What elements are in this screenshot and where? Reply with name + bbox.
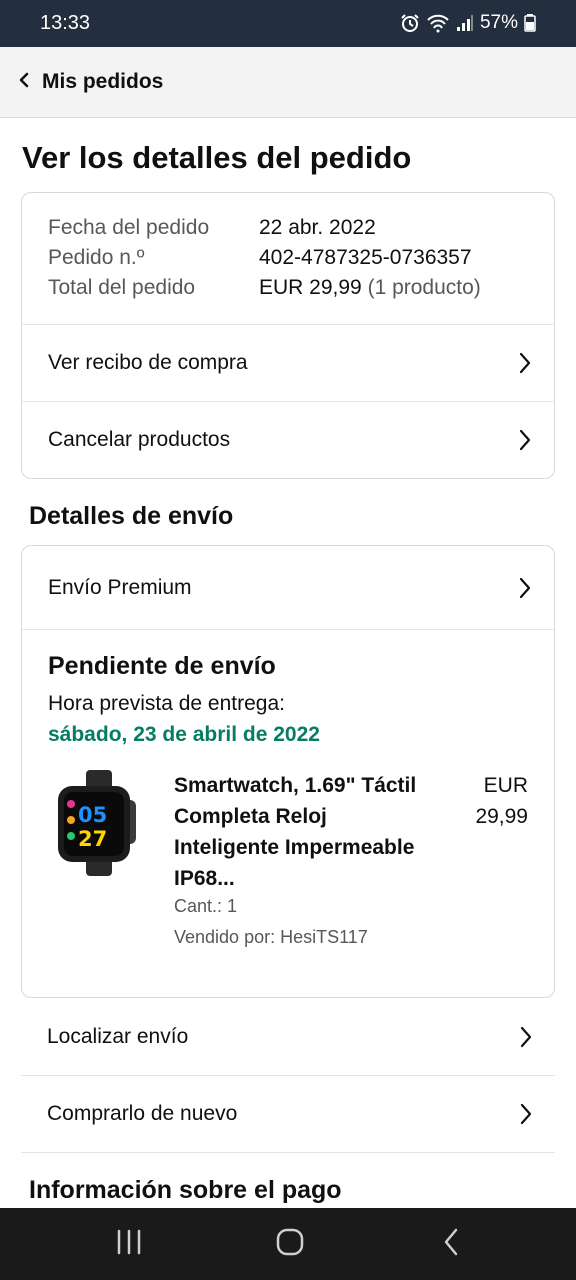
order-date-row: Fecha del pedido 22 abr. 2022 xyxy=(48,213,481,243)
back-label: Mis pedidos xyxy=(42,70,164,93)
chevron-right-icon xyxy=(519,1101,533,1133)
order-info: Fecha del pedido 22 abr. 2022 Pedido n.º… xyxy=(48,213,481,303)
order-summary-card: Fecha del pedido 22 abr. 2022 Pedido n.º… xyxy=(21,192,555,479)
order-total-amount: EUR 29,99 xyxy=(259,276,362,299)
order-date-label: Fecha del pedido xyxy=(48,216,210,239)
chevron-right-icon xyxy=(518,350,532,382)
buy-again-link[interactable]: Comprarlo de nuevo xyxy=(21,1076,555,1153)
payment-section-title: Información sobre el pago xyxy=(29,1176,342,1204)
cancel-products-label: Cancelar productos xyxy=(48,428,231,451)
status-time: 13:33 xyxy=(40,12,91,34)
chevron-right-icon xyxy=(519,1024,533,1056)
back-nav-button[interactable] xyxy=(428,1226,476,1262)
page-title: Ver los detalles del pedido xyxy=(22,140,412,175)
back-button[interactable]: Mis pedidos xyxy=(18,67,163,97)
status-icons: 57% xyxy=(400,12,536,34)
status-bar: 13:33 57% xyxy=(0,0,576,47)
alarm-icon xyxy=(400,13,420,33)
product-price: EUR 29,99 xyxy=(475,774,528,828)
watch-digits-top: 05 xyxy=(78,803,107,827)
chevron-right-icon xyxy=(518,427,532,459)
home-button[interactable] xyxy=(266,1226,314,1262)
order-date-value: 22 abr. 2022 xyxy=(259,216,376,239)
order-total-qty: (1 producto) xyxy=(367,276,481,299)
shipping-card: Envío Premium Pendiente de envío Hora pr… xyxy=(21,545,555,998)
battery-icon xyxy=(524,14,536,32)
recent-apps-icon xyxy=(115,1229,143,1260)
shipping-method-label: Envío Premium xyxy=(48,575,192,599)
chevron-right-icon xyxy=(518,575,532,607)
product-seller: Vendido por: HesiTS117 xyxy=(174,927,368,947)
product-title[interactable]: Smartwatch, 1.69" Táctil Completa Reloj … xyxy=(174,770,419,894)
order-total-row: Total del pedido EUR 29,99 (1 producto) xyxy=(48,273,481,303)
system-nav-bar xyxy=(0,1208,576,1280)
home-icon xyxy=(275,1227,305,1262)
order-number-row: Pedido n.º 402-4787325-0736357 xyxy=(48,243,481,273)
delivery-eta-label: Hora prevista de entrega: xyxy=(48,692,285,715)
order-total-value: EUR 29,99 (1 producto) xyxy=(259,273,481,303)
signal-icon xyxy=(456,14,474,32)
delivery-eta-date: sábado, 23 de abril de 2022 xyxy=(48,723,320,746)
watch-digits-bottom: 27 xyxy=(78,827,107,851)
track-package-label: Localizar envío xyxy=(47,1025,189,1048)
chevron-left-icon xyxy=(18,71,30,94)
order-total-label: Total del pedido xyxy=(48,276,196,299)
nav-header: Mis pedidos xyxy=(0,47,576,118)
battery-percent: 57% xyxy=(479,12,518,33)
buy-again-label: Comprarlo de nuevo xyxy=(47,1102,238,1125)
shipping-section-title: Detalles de envío xyxy=(29,502,234,530)
view-receipt-label: Ver recibo de compra xyxy=(48,351,248,374)
back-arrow-icon xyxy=(442,1227,462,1262)
order-number-value: 402-4787325-0736357 xyxy=(259,246,472,269)
product-quantity: Cant.: 1 xyxy=(174,896,238,916)
product-image[interactable]: 05 27 xyxy=(52,770,144,876)
wifi-icon xyxy=(426,13,450,33)
recent-apps-button[interactable] xyxy=(105,1226,153,1262)
shipment-status: Pendiente de envío xyxy=(48,652,276,680)
order-number-label: Pedido n.º xyxy=(48,246,145,269)
cancel-products-link[interactable]: Cancelar productos xyxy=(22,401,554,478)
shipping-method-link[interactable]: Envío Premium xyxy=(22,546,554,630)
view-receipt-link[interactable]: Ver recibo de compra xyxy=(22,324,554,401)
track-package-link[interactable]: Localizar envío xyxy=(21,999,555,1076)
